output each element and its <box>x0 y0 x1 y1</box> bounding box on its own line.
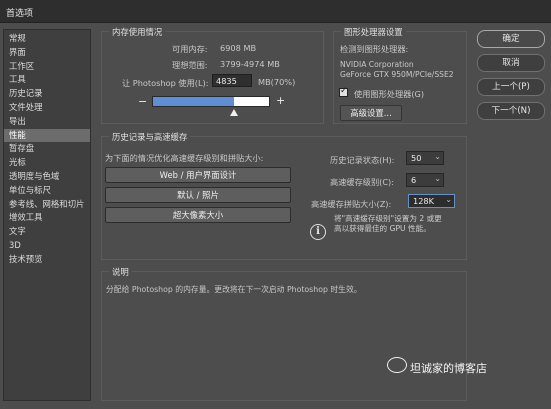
history-states-label: 历史记录状态(H): <box>330 155 395 165</box>
cache-levels-value: 6 <box>411 175 417 185</box>
available-memory-label: 可用内存: <box>172 44 208 54</box>
info-icon: i <box>310 224 326 240</box>
sidebar-item-workspace[interactable]: 工作区 <box>4 60 90 74</box>
increase-memory-icon[interactable]: + <box>276 94 285 107</box>
ideal-range-value: 3799-4974 MB <box>220 59 280 69</box>
chevron-down-icon: ⌄ <box>434 174 441 183</box>
sidebar-item-history[interactable]: 历史记录 <box>4 87 90 101</box>
sidebar-item-interface[interactable]: 界面 <box>4 46 90 60</box>
tile-size-select[interactable]: 128K ⌄ <box>408 194 455 208</box>
ideal-range-label: 理想范围: <box>172 60 208 70</box>
photoshop-usage-input[interactable] <box>212 74 252 87</box>
photoshop-usage-unit: MB(70%) <box>258 77 296 87</box>
sidebar-item-plugins[interactable]: 增效工具 <box>4 211 90 225</box>
description-title: 说明 <box>109 266 132 278</box>
sidebar-item-export[interactable]: 导出 <box>4 115 90 129</box>
wechat-logo-icon <box>387 357 407 373</box>
gpu-model: GeForce GTX 950M/PCIe/SSE2 <box>340 70 454 79</box>
chevron-down-icon: ⌄ <box>445 195 452 204</box>
window-title: 首选项 <box>6 9 34 19</box>
sidebar-item-transparency-gamut[interactable]: 透明度与色域 <box>4 170 90 184</box>
history-states-value: 50 <box>411 153 422 163</box>
gpu-cache-tip-line2: 高以获得最佳的 GPU 性能。 <box>334 224 431 233</box>
tile-size-value: 128K <box>413 196 434 206</box>
sidebar-item-technology-previews[interactable]: 技术预览 <box>4 253 90 267</box>
cancel-button[interactable]: 取消 <box>477 54 545 72</box>
history-cache-title: 历史记录与高速缓存 <box>109 131 191 143</box>
decrease-memory-icon[interactable]: − <box>138 95 147 108</box>
memory-usage-title: 内存使用情况 <box>109 26 166 38</box>
sidebar-item-general[interactable]: 常规 <box>4 32 90 46</box>
default-photos-button[interactable]: 默认 / 照片 <box>105 187 291 203</box>
checkmark-icon: ✓ <box>340 86 348 96</box>
gpu-settings-title: 图形处理器设置 <box>341 26 406 38</box>
use-gpu-label: 使用图形处理器(G) <box>354 89 425 99</box>
sidebar-item-performance[interactable]: 性能 <box>4 128 90 143</box>
web-ui-design-button[interactable]: Web / 用户界面设计 <box>105 167 291 183</box>
sidebar: 常规 界面 工作区 工具 历史记录 文件处理 导出 性能 暂存盘 光标 透明度与… <box>3 29 91 401</box>
memory-slider-fill <box>153 97 235 106</box>
sidebar-item-scratch-disks[interactable]: 暂存盘 <box>4 142 90 156</box>
chevron-down-icon: ⌄ <box>434 152 441 161</box>
sidebar-item-3d[interactable]: 3D <box>4 239 90 253</box>
memory-slider[interactable] <box>152 96 270 107</box>
sidebar-item-guides-grid-slices[interactable]: 参考线、网格和切片 <box>4 198 90 212</box>
sidebar-item-file-handling[interactable]: 文件处理 <box>4 101 90 115</box>
sidebar-item-type[interactable]: 文字 <box>4 225 90 239</box>
gpu-detected-label: 检测到图形处理器: <box>340 44 409 54</box>
title-bar: 首选项 <box>0 0 551 23</box>
tile-size-label: 高速缓存拼贴大小(Z): <box>311 199 392 209</box>
gpu-cache-tip-line1: 将"高速缓存级别"设置为 2 或更 <box>334 214 442 223</box>
next-button[interactable]: 下一个(N) <box>477 102 545 120</box>
sidebar-item-cursors[interactable]: 光标 <box>4 156 90 170</box>
ok-button[interactable]: 确定 <box>477 30 545 48</box>
watermark-text: 坦诚家的博客店 <box>410 362 487 375</box>
advanced-settings-button[interactable]: 高级设置... <box>340 105 402 121</box>
description-text: 分配给 Photoshop 的内存量。更改将在下一次启动 Photoshop 时… <box>106 285 362 294</box>
preferences-dialog: 常规 界面 工作区 工具 历史记录 文件处理 导出 性能 暂存盘 光标 透明度与… <box>0 23 551 409</box>
sidebar-item-tools[interactable]: 工具 <box>4 73 90 87</box>
memory-slider-thumb[interactable] <box>230 109 238 116</box>
photoshop-usage-label: 让 Photoshop 使用(L): <box>122 78 209 88</box>
cache-levels-label: 高速缓存级别(C): <box>330 177 394 187</box>
huge-pixel-dimensions-button[interactable]: 超大像素大小 <box>105 207 291 223</box>
available-memory-value: 6908 MB <box>220 43 257 53</box>
cache-levels-select[interactable]: 6 ⌄ <box>406 173 444 187</box>
sidebar-item-units-rulers[interactable]: 单位与标尺 <box>4 184 90 198</box>
previous-button[interactable]: 上一个(P) <box>477 78 545 96</box>
optimize-cache-label: 为下面的情况优化高速缓存级别和拼贴大小: <box>105 153 264 163</box>
gpu-vendor: NVIDIA Corporation <box>340 60 414 69</box>
use-gpu-checkbox[interactable]: ✓ <box>339 86 348 97</box>
history-states-select[interactable]: 50 ⌄ <box>406 151 444 165</box>
